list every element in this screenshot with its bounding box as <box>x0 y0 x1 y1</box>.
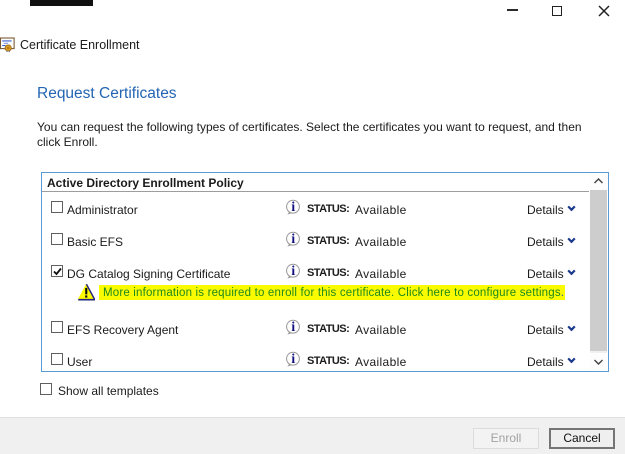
svg-text:i: i <box>291 263 295 278</box>
svg-text:i: i <box>291 231 295 246</box>
svg-text:i: i <box>291 351 295 366</box>
svg-text:i: i <box>291 199 295 214</box>
svg-text:i: i <box>291 319 295 334</box>
